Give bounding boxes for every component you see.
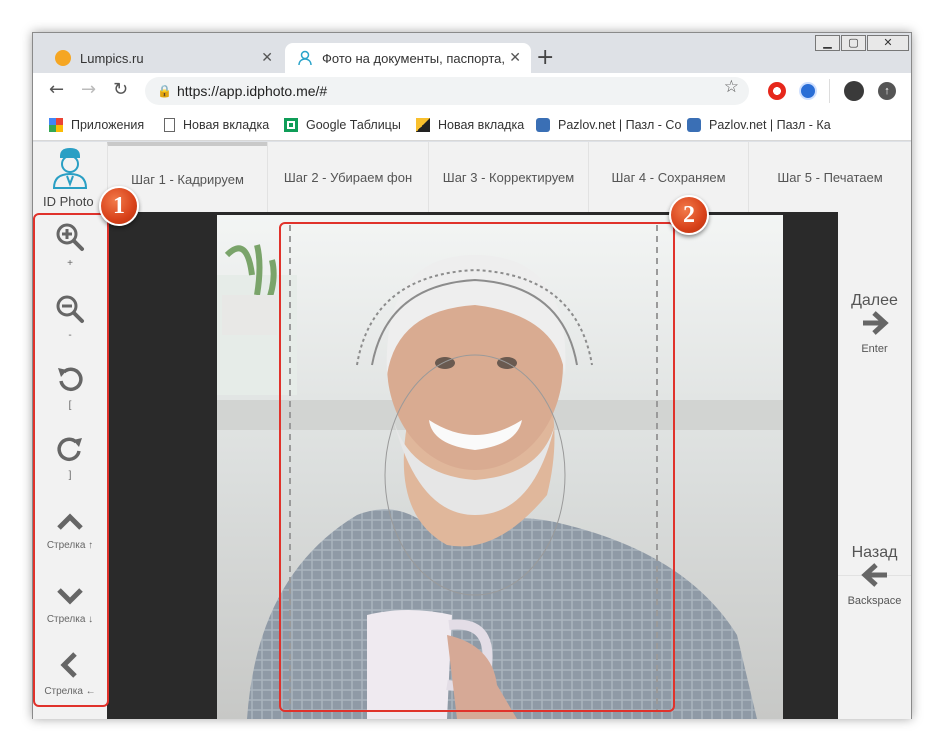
idphoto-favicon-icon: [298, 50, 312, 66]
tab-title: Фото на документы, паспорта, з: [322, 50, 507, 66]
bookmark-label: Приложения: [71, 118, 145, 132]
tab-lumpics[interactable]: Lumpics.ru ✕: [43, 43, 283, 73]
back-arrow-icon[interactable]: ←: [49, 79, 64, 100]
back-button[interactable]: Назад Backspace: [838, 544, 911, 607]
bookmark-new-tab-1[interactable]: Новая вкладка: [164, 118, 269, 132]
reload-icon[interactable]: ↻: [113, 79, 128, 100]
puzzle-icon: [536, 118, 550, 132]
steps-nav: Шаг 1 - Кадрируем Шаг 2 - Убираем фон Ша…: [107, 142, 911, 212]
step-3-tab[interactable]: Шаг 3 - Корректируем: [428, 142, 588, 212]
callout-badge-2: 2: [669, 195, 709, 235]
back-label: Назад: [851, 544, 898, 561]
close-tab-icon[interactable]: ✕: [509, 50, 521, 66]
app-logo[interactable]: ID Photo: [33, 142, 107, 212]
logo-text: ID Photo: [43, 194, 94, 209]
bookmark-star-icon[interactable]: ☆: [724, 77, 739, 97]
address-bar[interactable]: 🔒 https://app.idphoto.me/# ☆: [145, 77, 749, 105]
bookmark-google-sheets[interactable]: Google Таблицы: [284, 118, 401, 132]
apps-grid-icon: [49, 118, 63, 132]
arrow-right-icon: [862, 311, 889, 335]
bookmarks-bar: Приложения Новая вкладка Google Таблицы …: [33, 111, 911, 141]
browser-toolbar: ← → ↻ 🔒 https://app.idphoto.me/# ☆ ↑: [33, 73, 911, 111]
arrow-left-icon: [860, 563, 887, 587]
new-tab-button[interactable]: +: [536, 45, 554, 70]
update-icon[interactable]: ↑: [878, 82, 896, 100]
step-5-tab[interactable]: Шаг 5 - Печатаем: [748, 142, 911, 212]
bookmark-pazlov-2[interactable]: Pazlov.net | Пазл - Ка: [687, 118, 831, 132]
url-text: https://app.idphoto.me/#: [177, 83, 328, 99]
highlight-crop-area: [279, 222, 675, 712]
bookmark-apps[interactable]: Приложения: [49, 118, 144, 132]
minimize-button[interactable]: ▁: [815, 35, 840, 51]
next-key: Enter: [861, 343, 888, 355]
back-key: Backspace: [847, 595, 902, 607]
bookmark-new-tab-2[interactable]: Новая вкладка: [416, 118, 524, 132]
forward-arrow-icon[interactable]: →: [81, 79, 96, 100]
bookmark-label: Google Таблицы: [306, 118, 401, 132]
close-tab-icon[interactable]: ✕: [261, 50, 273, 66]
image-icon: [416, 118, 430, 132]
next-button[interactable]: Далее Enter: [838, 292, 911, 355]
tab-title: Lumpics.ru: [80, 50, 144, 66]
close-window-button[interactable]: ✕: [867, 35, 909, 51]
right-nav-panel: Далее Enter Назад Backspace: [838, 212, 911, 719]
tab-idphoto[interactable]: Фото на документы, паспорта, з ✕: [285, 43, 531, 73]
id-photo-logo-icon: [52, 148, 88, 189]
lock-icon: 🔒: [157, 84, 172, 98]
lumpics-favicon-icon: [55, 50, 71, 66]
sheets-icon: [284, 118, 298, 132]
step-2-tab[interactable]: Шаг 2 - Убираем фон: [267, 142, 428, 212]
next-label: Далее: [851, 292, 898, 309]
opera-extension-icon[interactable]: [768, 82, 786, 100]
globe-extension-icon[interactable]: [799, 82, 817, 100]
maximize-button[interactable]: ▢: [841, 35, 866, 51]
callout-badge-1: 1: [99, 186, 139, 226]
step-4-tab[interactable]: Шаг 4 - Сохраняем: [588, 142, 748, 212]
bookmark-label: Новая вкладка: [183, 118, 270, 132]
page-icon: [164, 118, 175, 132]
profile-avatar[interactable]: [844, 81, 864, 101]
bookmark-label: Новая вкладка: [438, 118, 525, 132]
toolbar-divider: [829, 79, 830, 103]
bookmark-pazlov-1[interactable]: Pazlov.net | Пазл - Со: [536, 118, 681, 132]
puzzle-icon: [687, 118, 701, 132]
bookmark-label: Pazlov.net | Пазл - Ка: [709, 118, 831, 132]
bookmark-label: Pazlov.net | Пазл - Со: [558, 118, 682, 132]
highlight-tools: [33, 213, 109, 707]
